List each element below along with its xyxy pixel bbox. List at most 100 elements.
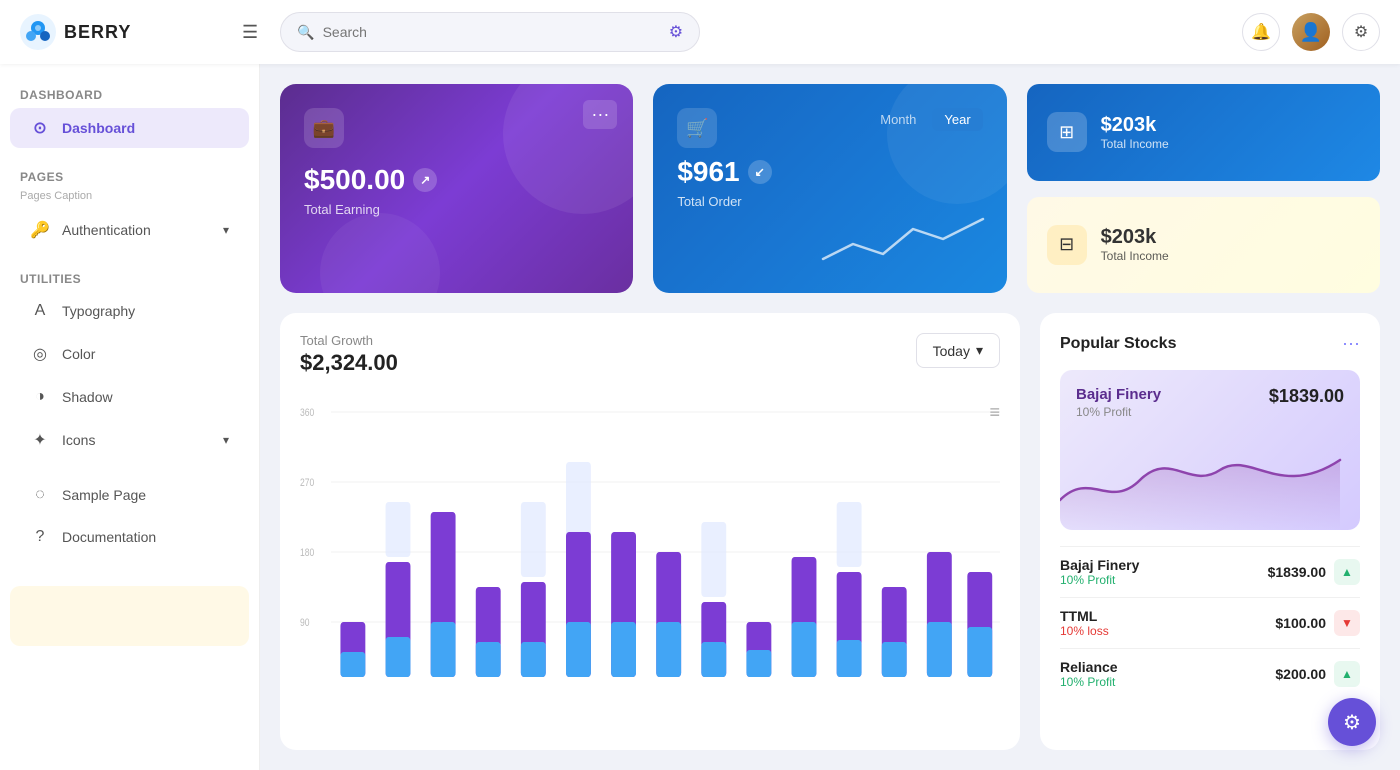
color-icon: ◎ <box>30 344 50 364</box>
sidebar-item-dashboard[interactable]: ⊙ Dashboard <box>10 108 249 148</box>
cards-row: 💼 ··· $500.00 ↗ Total Earning 🛒 Month Ye… <box>280 84 1380 293</box>
earning-amount: $500.00 ↗ <box>304 164 609 196</box>
svg-text:270: 270 <box>300 477 315 489</box>
search-bar: 🔍 ⚙ <box>280 12 700 52</box>
income2-icon: ⊟ <box>1047 225 1087 265</box>
featured-stock-card: Bajaj Finery 10% Profit $1839.00 <box>1060 370 1360 530</box>
featured-stock-chart <box>1060 430 1340 530</box>
earning-label: Total Earning <box>304 202 609 217</box>
sidebar-item-icons[interactable]: ✦ Icons ▾ <box>10 420 249 460</box>
income1-label: Total Income <box>1101 137 1169 151</box>
featured-stock-price: $1839.00 <box>1269 386 1344 407</box>
sidebar-item-authentication[interactable]: 🔑 Authentication ▾ <box>10 210 249 250</box>
logo-text: BERRY <box>64 22 131 43</box>
today-button[interactable]: Today ▾ <box>916 333 1000 368</box>
stock-1-badge: ▼ <box>1334 610 1360 636</box>
stock-0-sub: 10% Profit <box>1060 573 1268 587</box>
fab-button[interactable]: ⚙ <box>1328 698 1376 746</box>
stock-item-2: Reliance 10% Profit $200.00 ▲ <box>1060 648 1360 699</box>
typography-icon: A <box>30 302 50 320</box>
stock-1-price: $100.00 <box>1275 615 1326 631</box>
income-col: ⊞ $203k Total Income ⊟ $203k Total Incom… <box>1027 84 1380 293</box>
svg-text:180: 180 <box>300 547 315 559</box>
pages-section-title: Pages <box>0 162 259 188</box>
stocks-more-button[interactable]: ··· <box>1342 333 1360 354</box>
stock-2-badge: ▲ <box>1334 661 1360 687</box>
growth-info: Total Growth $2,324.00 <box>300 333 398 376</box>
year-toggle-button[interactable]: Year <box>932 108 982 131</box>
sidebar-item-typography[interactable]: A Typography <box>10 292 249 330</box>
order-toggle: Month Year <box>868 108 982 131</box>
search-icon: 🔍 <box>297 24 314 41</box>
sidebar-item-sample-page-label: Sample Page <box>62 487 146 503</box>
order-card-icon: 🛒 <box>677 108 717 148</box>
shadow-icon: ◑ <box>30 388 50 406</box>
sidebar-item-color[interactable]: ◎ Color <box>10 334 249 374</box>
main-layout: Dashboard ⊙ Dashboard Pages Pages Captio… <box>0 64 1400 770</box>
income1-amount: $203k <box>1101 114 1169 137</box>
auth-icon: 🔑 <box>30 220 50 240</box>
income1-icon: ⊞ <box>1047 112 1087 152</box>
stock-item-0: Bajaj Finery 10% Profit $1839.00 ▲ <box>1060 546 1360 597</box>
chart-container: ≡ 360 270 180 90 <box>300 402 1000 682</box>
stock-2-sub: 10% Profit <box>1060 675 1275 689</box>
sidebar-item-documentation-label: Documentation <box>62 529 156 545</box>
icons-chevron-icon: ▾ <box>223 433 229 447</box>
stock-item-1: TTML 10% loss $100.00 ▼ <box>1060 597 1360 648</box>
order-trend-icon: ↙ <box>748 160 772 184</box>
menu-button[interactable]: ☰ <box>236 16 264 49</box>
stock-1-sub: 10% loss <box>1060 624 1275 638</box>
sample-page-icon: ◌ <box>30 486 50 504</box>
sidebar-item-shadow[interactable]: ◑ Shadow <box>10 378 249 416</box>
chart-menu-icon[interactable]: ≡ <box>989 402 1000 423</box>
docs-icon: ? <box>30 528 50 546</box>
dashboard-icon: ⊙ <box>30 118 50 138</box>
sidebar-item-authentication-label: Authentication <box>62 222 151 238</box>
stock-1-info: TTML 10% loss <box>1060 608 1275 638</box>
sidebar-item-typography-label: Typography <box>62 303 135 319</box>
notification-button[interactable]: 🔔 <box>1242 13 1280 51</box>
growth-header: Total Growth $2,324.00 Today ▾ <box>300 333 1000 376</box>
sidebar-item-icons-label: Icons <box>62 432 95 448</box>
chart-area: ≡ 360 270 180 90 <box>300 392 1000 730</box>
order-mini-chart <box>823 209 983 269</box>
income-card-1: ⊞ $203k Total Income <box>1027 84 1380 181</box>
growth-card: Total Growth $2,324.00 Today ▾ ≡ <box>280 313 1020 750</box>
order-card: 🛒 Month Year $961 ↙ Total Order <box>653 84 1006 293</box>
stock-1-name: TTML <box>1060 608 1275 624</box>
growth-label: Total Growth <box>300 333 398 348</box>
icons-icon: ✦ <box>30 430 50 450</box>
earning-more-button[interactable]: ··· <box>583 100 617 129</box>
stocks-header: Popular Stocks ··· <box>1060 333 1360 354</box>
sidebar-item-color-label: Color <box>62 346 95 362</box>
earning-trend-icon: ↗ <box>413 168 437 192</box>
filter-icon[interactable]: ⚙ <box>669 22 683 42</box>
logo-icon <box>20 14 56 50</box>
growth-amount: $2,324.00 <box>300 350 398 376</box>
month-toggle-button[interactable]: Month <box>868 108 928 131</box>
stocks-card: Popular Stocks ··· Bajaj Finery 10% Prof… <box>1040 313 1380 750</box>
sidebar-item-sample-page[interactable]: ◌ Sample Page <box>10 476 249 514</box>
utilities-section-title: Utilities <box>0 264 259 290</box>
stock-0-badge: ▲ <box>1334 559 1360 585</box>
order-top: 🛒 Month Year <box>677 108 982 148</box>
settings-button[interactable]: ⚙ <box>1342 13 1380 51</box>
sidebar-item-dashboard-label: Dashboard <box>62 120 135 136</box>
today-chevron-icon: ▾ <box>976 342 983 359</box>
main-content: 💼 ··· $500.00 ↗ Total Earning 🛒 Month Ye… <box>260 64 1400 770</box>
dashboard-section-title: Dashboard <box>0 80 259 106</box>
avatar[interactable]: 👤 <box>1292 13 1330 51</box>
earning-card: 💼 ··· $500.00 ↗ Total Earning <box>280 84 633 293</box>
svg-text:360: 360 <box>300 407 315 419</box>
order-info: $961 ↙ Total Order <box>677 156 982 209</box>
logo-area: BERRY <box>20 14 220 50</box>
stock-2-name: Reliance <box>1060 659 1275 675</box>
stock-2-price: $200.00 <box>1275 666 1326 682</box>
search-input[interactable] <box>323 24 661 40</box>
sidebar-item-documentation[interactable]: ? Documentation <box>10 518 249 556</box>
sidebar-footer <box>10 586 249 646</box>
auth-chevron-icon: ▾ <box>223 223 229 237</box>
stocks-title: Popular Stocks <box>1060 335 1176 353</box>
income2-amount: $203k <box>1101 226 1169 249</box>
income2-label: Total Income <box>1101 249 1169 263</box>
